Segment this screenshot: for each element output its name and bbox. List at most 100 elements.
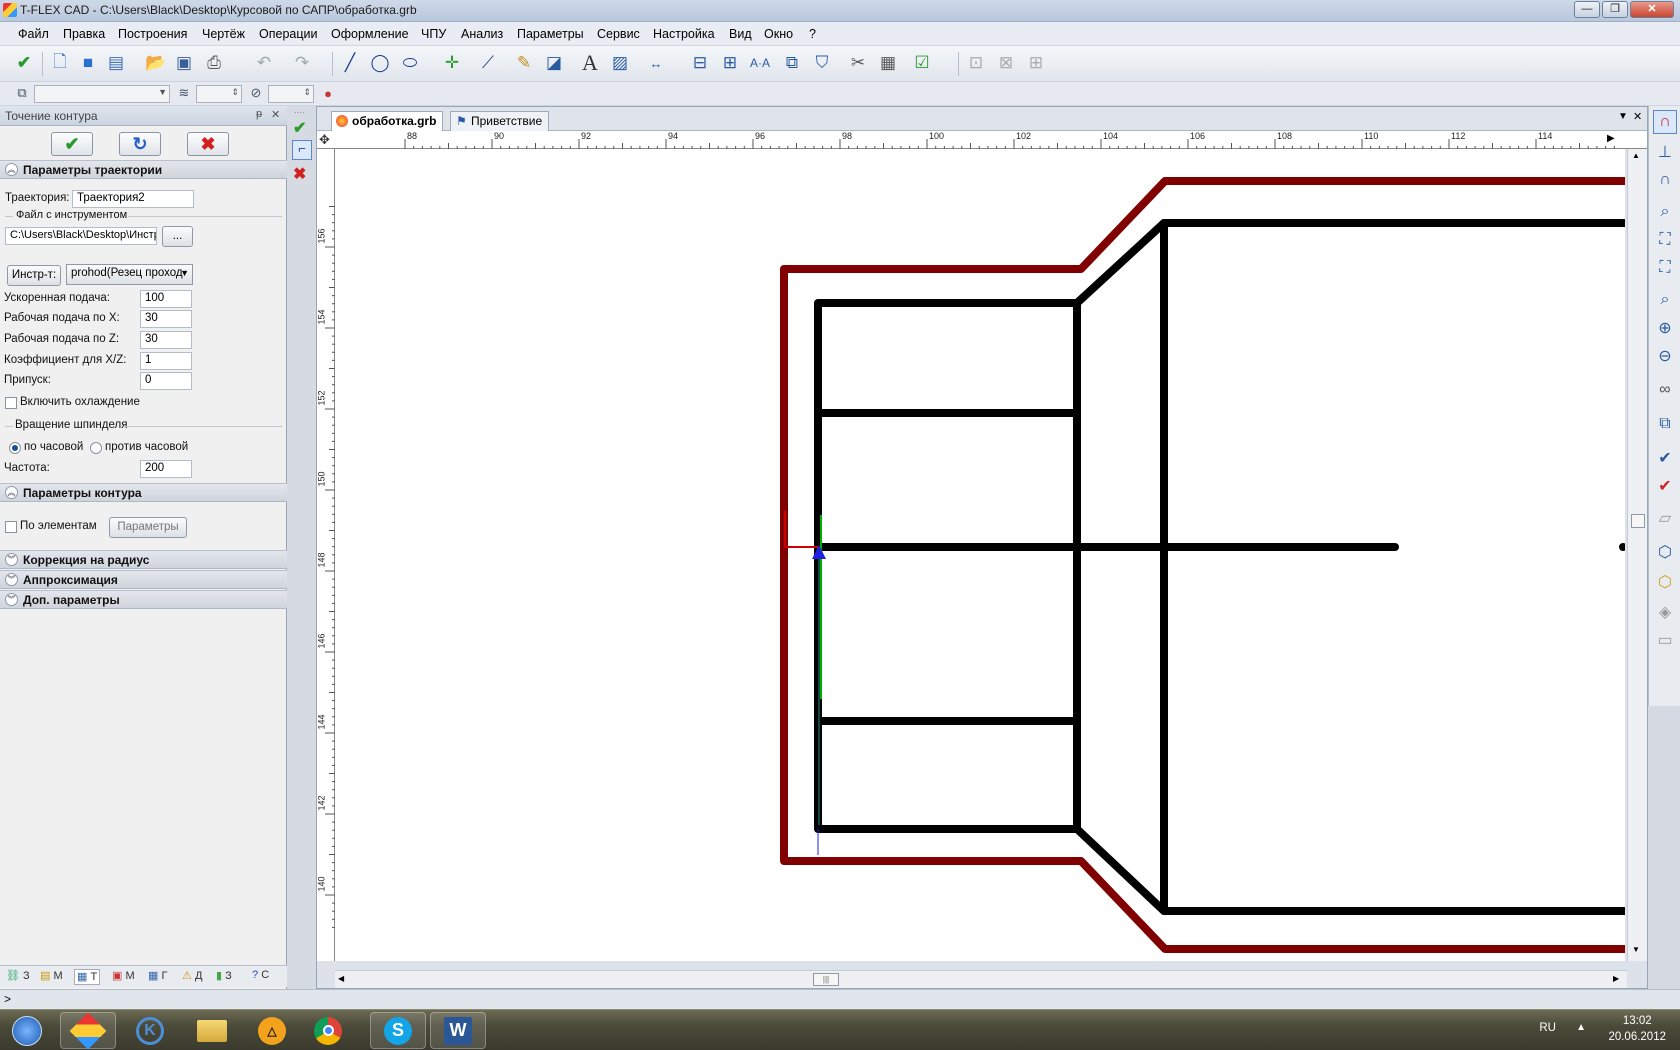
tab-model[interactable]: ▣ М (112, 969, 135, 985)
tool-button[interactable]: Инстр-т: (7, 265, 61, 286)
glasses-icon[interactable]: ∞ (1653, 378, 1677, 402)
circle-icon[interactable]: ◯ (368, 51, 392, 75)
rapid-feed-field[interactable]: 100 (140, 290, 192, 308)
new-drawing-icon[interactable]: ▤ (104, 51, 128, 75)
feed-z-field[interactable]: 30 (140, 331, 192, 349)
layer-combo[interactable]: ▼ (34, 85, 170, 103)
aimp-icon[interactable]: △ (244, 1012, 300, 1049)
ellipse-icon[interactable]: ⬭ (398, 51, 422, 75)
cooling-checkbox[interactable] (5, 397, 17, 409)
panel-close-icon[interactable]: ✕ (271, 108, 280, 121)
pin-icon[interactable]: ᵽ (256, 108, 262, 120)
refresh-button[interactable]: ↻ (119, 132, 161, 156)
clock[interactable]: 13:02 20.06.2012 (1608, 1013, 1666, 1045)
menu-settings[interactable]: Настройка (653, 27, 715, 41)
reject-icon[interactable]: ✖ (293, 164, 311, 183)
chrome-icon[interactable] (300, 1012, 356, 1049)
tab-obrabotka[interactable]: обработка.grb (331, 111, 444, 131)
coefficient-field[interactable]: 1 (140, 352, 192, 370)
new-3d-model-icon[interactable]: ■ (76, 51, 100, 75)
horizontal-scroll-thumb[interactable]: ||| (813, 973, 839, 986)
projection-icon[interactable]: ⊟ (688, 51, 712, 75)
feed-x-field[interactable]: 30 (140, 310, 192, 328)
confirm-icon[interactable]: ✔ (12, 51, 36, 75)
calculator-icon[interactable]: ▦ (876, 51, 900, 75)
clockwise-radio[interactable] (9, 442, 21, 454)
menu-help[interactable]: ? (809, 27, 816, 41)
tab-properties[interactable]: ▦ Т (74, 969, 101, 985)
color-palette-icon[interactable]: ● (316, 82, 340, 104)
disabled-tool-3-icon[interactable]: ⊞ (1024, 51, 1048, 75)
menu-service[interactable]: Сервис (597, 27, 640, 41)
disabled-tool-1-icon[interactable]: ⊡ (964, 51, 988, 75)
zoom-in-icon[interactable]: ⊕ (1653, 316, 1677, 340)
language-indicator[interactable]: RU (1539, 1022, 1556, 1034)
priority-icon[interactable]: ⊘ (244, 82, 268, 104)
menu-edit[interactable]: Правка (63, 27, 105, 41)
close-button[interactable]: ✕ (1630, 1, 1674, 18)
hatch-icon[interactable]: ▨ (608, 51, 632, 75)
tools-icon[interactable]: ✂ (846, 51, 870, 75)
vertical-scrollbar[interactable]: ▲ ▼ (1627, 149, 1647, 961)
cube-yellow-icon[interactable]: ⬡ (1653, 570, 1677, 594)
sketch-pencil-icon[interactable]: ✎ (512, 51, 536, 75)
windows-start-icon[interactable] (2, 1012, 52, 1049)
disabled-tool-2-icon[interactable]: ⊠ (994, 51, 1018, 75)
close-document-icon[interactable]: ✕ (1633, 110, 1642, 123)
check-document-icon[interactable]: ☑ (910, 51, 934, 75)
tabs-dropdown-icon[interactable]: ▼ (1618, 111, 1628, 122)
fit-page-icon[interactable]: ⛶ (1653, 256, 1677, 280)
zoom-window-icon[interactable]: ⌕ (1653, 200, 1677, 224)
dimension-icon[interactable]: ↔ (644, 51, 668, 75)
tab-welcome[interactable]: ⚑ Приветствие (450, 111, 550, 131)
skype-icon[interactable]: S (370, 1012, 426, 1049)
section-trajectory-params[interactable]: ︽ Параметры траектории (0, 160, 287, 179)
section-contour-params[interactable]: ︽ Параметры контура (0, 483, 287, 502)
window-view-icon[interactable]: ▭ (1653, 628, 1677, 652)
priority-combo[interactable]: ⇕ (268, 85, 314, 103)
zoom-out-icon[interactable]: ⊖ (1653, 344, 1677, 368)
crosshair-icon[interactable]: ✥ (319, 132, 330, 148)
menu-drawing[interactable]: Чертёж (202, 27, 245, 41)
select-contour-icon[interactable]: ⌐ (292, 140, 312, 160)
table-icon[interactable]: ⊞ (718, 51, 742, 75)
fragment-icon[interactable]: ⧉ (780, 51, 804, 75)
fit-all-icon[interactable]: ⛶ (1653, 228, 1677, 252)
new-document-icon[interactable]: 🗋 (48, 51, 72, 75)
menu-construct[interactable]: Построения (118, 27, 187, 41)
scroll-left-icon[interactable]: ◀ (338, 974, 344, 983)
tab-grid[interactable]: ▦ Г (148, 969, 167, 985)
check-cube-icon[interactable]: ✔ (1653, 446, 1677, 470)
layers-icon[interactable]: ⧉ (10, 82, 34, 104)
trajectory-field[interactable]: Траектория2 (72, 190, 194, 208)
annotation-icon[interactable]: A·A (748, 51, 772, 75)
menu-cnc[interactable]: ЧПУ (421, 27, 446, 41)
tab-structure[interactable]: ⛓ З (6, 969, 30, 985)
menu-design[interactable]: Оформление (331, 27, 409, 41)
tab-diagnostics[interactable]: ⚠ Д (182, 969, 202, 985)
section-approximation[interactable]: ︾ Аппроксимация (0, 570, 287, 589)
horizontal-scrollbar[interactable]: ◀ ||| ▶ (335, 970, 1627, 988)
tab-library[interactable]: ▤ М (40, 969, 63, 985)
undo-icon[interactable]: ↶ (252, 51, 276, 75)
level-icon[interactable]: ≋ (172, 82, 196, 104)
magnet-icon[interactable]: ∩ (1653, 110, 1677, 134)
text-icon[interactable]: A (578, 50, 602, 75)
menu-file[interactable]: Файл (18, 27, 49, 41)
vertical-scroll-thumb[interactable] (1631, 514, 1645, 528)
section-radius-correction[interactable]: ︾ Коррекция на радиус (0, 550, 287, 569)
cube-view-icon[interactable]: ⬡ (1653, 540, 1677, 564)
tool-file-path-field[interactable]: C:\Users\Black\Desktop\Инстр (5, 227, 157, 245)
drawing-canvas[interactable] (335, 149, 1625, 961)
plane-icon[interactable]: ▱ (1653, 506, 1677, 530)
word-icon[interactable]: W (430, 1012, 486, 1049)
restore-button[interactable]: ❐ (1602, 1, 1628, 18)
snap-icon[interactable]: ⊥ (1653, 140, 1677, 164)
scroll-down-icon[interactable]: ▼ (1632, 945, 1640, 954)
section-extra-params[interactable]: ︾ Доп. параметры (0, 590, 287, 609)
menu-view[interactable]: Вид (729, 27, 752, 41)
ok-button[interactable]: ✔ (51, 132, 93, 156)
fillet-icon[interactable]: ◪ (542, 51, 566, 75)
cancel-button[interactable]: ✖ (187, 132, 229, 156)
magnet-toggle-icon[interactable]: ∩ (1653, 168, 1677, 192)
